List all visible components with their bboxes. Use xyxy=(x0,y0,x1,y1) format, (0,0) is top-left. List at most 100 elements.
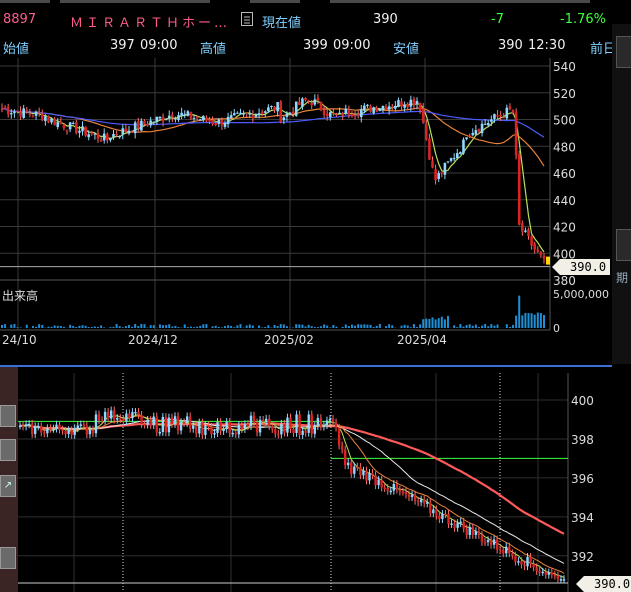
candle-body xyxy=(474,130,478,135)
intraday-candlestick-chart[interactable]: 400 398 396 394 392 xyxy=(18,373,631,592)
volume-bar xyxy=(496,324,499,328)
candle-body xyxy=(19,111,22,117)
low-label: 安値 xyxy=(393,42,420,57)
candle-body xyxy=(276,102,279,112)
candle-body xyxy=(239,112,242,114)
candle-body xyxy=(176,416,180,431)
volume-bar xyxy=(4,324,7,328)
volume-bar xyxy=(137,326,140,328)
tool-button[interactable] xyxy=(0,405,16,427)
candle-body xyxy=(435,509,438,516)
price-tick-label: 394 xyxy=(571,511,594,525)
volume-bar xyxy=(19,327,22,328)
candle-body xyxy=(380,479,383,488)
candle-body xyxy=(536,249,540,252)
volume-bar xyxy=(487,326,490,328)
price-tick-label: 460 xyxy=(553,167,576,181)
price-tick-label: 398 xyxy=(571,433,594,447)
candle-body xyxy=(30,423,34,434)
volume-bar xyxy=(471,325,474,328)
candle-body xyxy=(44,116,47,121)
volume-bar xyxy=(174,325,177,328)
candle-body xyxy=(251,115,255,119)
candle-body xyxy=(394,105,397,109)
volume-bar xyxy=(62,326,65,328)
candle-body xyxy=(97,414,101,421)
candle-body xyxy=(280,423,283,435)
volume-bar xyxy=(75,327,78,328)
candle-body xyxy=(403,105,406,108)
candle-body xyxy=(434,169,437,181)
candle-body xyxy=(173,416,177,425)
volume-bar xyxy=(385,326,388,328)
candle-body xyxy=(334,422,338,428)
candle-body xyxy=(524,230,527,232)
candle-body xyxy=(49,428,52,430)
volume-bar xyxy=(363,324,366,328)
stock-name[interactable]: ＭＩＲＡＲＴＨホー… xyxy=(70,12,230,31)
volume-bar xyxy=(468,324,471,328)
candle-body xyxy=(192,425,195,429)
candle-body xyxy=(407,494,411,498)
candle-body xyxy=(289,417,292,430)
volume-bar xyxy=(285,326,288,328)
volume-bar xyxy=(539,313,542,328)
tool-button[interactable] xyxy=(0,439,16,461)
candle-body xyxy=(526,556,529,567)
candle-body xyxy=(112,133,115,138)
candle-body xyxy=(25,109,29,113)
candle-body xyxy=(340,445,344,450)
window-divider xyxy=(0,365,612,367)
volume-bar xyxy=(171,326,174,328)
volume-bar xyxy=(100,325,103,328)
candle-body xyxy=(410,494,414,498)
candle-body xyxy=(109,138,112,141)
candle-body xyxy=(81,126,84,132)
volume-bar xyxy=(258,325,261,328)
candle-body xyxy=(164,119,168,121)
current-price-value: 390 xyxy=(373,12,398,27)
candle-body xyxy=(423,499,426,504)
memo-icon[interactable] xyxy=(240,11,254,31)
candle-body xyxy=(310,102,314,106)
tool-button[interactable] xyxy=(0,547,16,569)
candle-body xyxy=(338,112,341,114)
stock-code: 8897 xyxy=(3,12,37,27)
volume-tick-label: 0 xyxy=(553,322,560,335)
ma-short-line xyxy=(1,100,545,253)
candle-body xyxy=(252,415,256,423)
candle-body xyxy=(508,106,512,109)
volume-bar xyxy=(329,327,332,328)
volume-bar xyxy=(388,324,391,328)
candle-body xyxy=(232,113,236,116)
candle-body xyxy=(213,432,216,435)
volume-bar xyxy=(350,324,353,328)
volume-tick-label: 5,000,000 xyxy=(553,288,609,301)
chart-app-window: 8897 ＭＩＲＡＲＴＨホー… 現在値 390 -7 -1.76% 始値 397… xyxy=(0,0,631,592)
candle-body xyxy=(474,531,478,535)
panel-tab[interactable] xyxy=(616,229,631,261)
candle-body xyxy=(468,527,471,535)
date-label: 2025/04 xyxy=(397,333,447,347)
tool-button[interactable]: ↗ xyxy=(0,475,16,497)
volume-bar xyxy=(437,318,440,328)
candle-body xyxy=(248,113,252,115)
candle-body xyxy=(301,430,304,436)
candle-body xyxy=(179,422,183,431)
volume-bar xyxy=(13,324,16,328)
candle-body xyxy=(343,449,347,466)
panel-tab[interactable] xyxy=(616,36,631,68)
volume-bar xyxy=(279,324,282,328)
candle-body xyxy=(128,413,131,419)
candle-body xyxy=(493,114,496,119)
candle-body xyxy=(16,110,19,112)
candle-body xyxy=(363,105,366,111)
candle-body xyxy=(369,105,372,112)
volume-bar xyxy=(301,324,304,328)
volume-bar xyxy=(440,316,443,328)
volume-bar xyxy=(533,314,536,328)
volume-bar xyxy=(425,318,428,328)
volume-bar xyxy=(47,326,50,328)
daily-candlestick-chart[interactable]: 5405205004804604404204003805,000,000024/… xyxy=(0,58,612,364)
candle-body xyxy=(547,572,551,575)
